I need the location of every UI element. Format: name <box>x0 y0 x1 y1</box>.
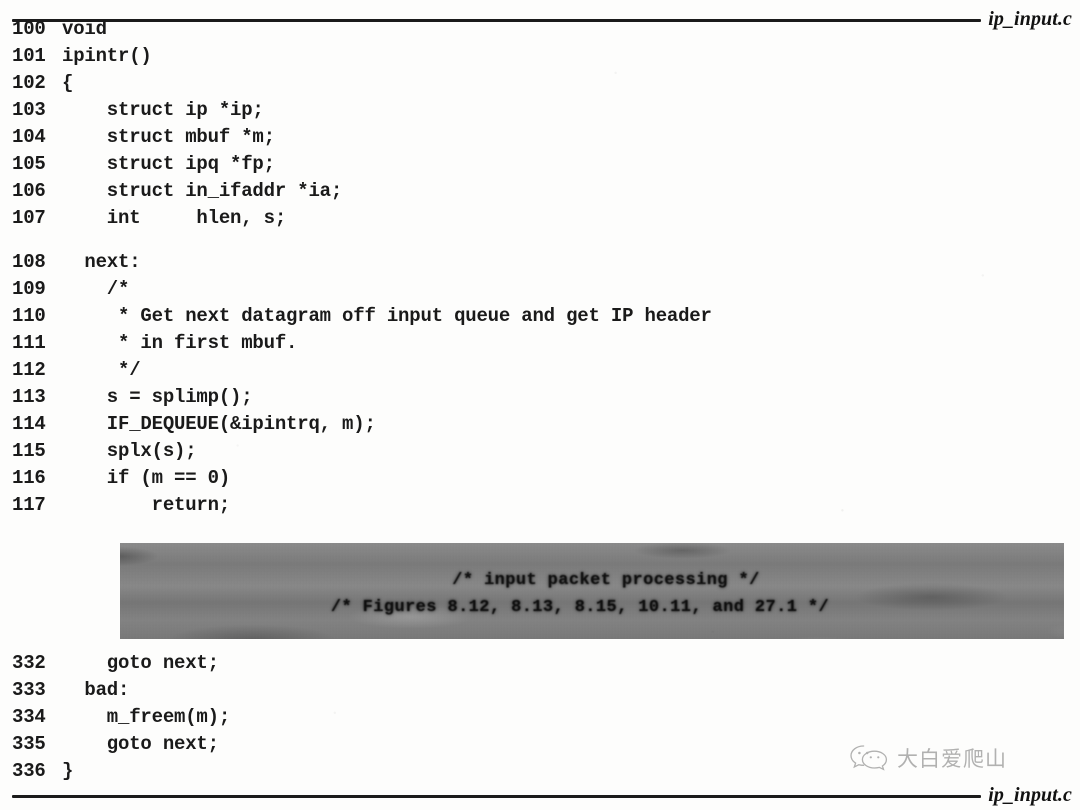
line-number: 113 <box>12 386 46 408</box>
line-source: struct ipq *fp; <box>62 153 275 175</box>
elided-code-block: /* input packet processing */ /* Figures… <box>120 543 1064 639</box>
scanned-page: ip_input.c 100 void 101 ipintr() 102 { 1… <box>0 0 1080 810</box>
code-line: 333 bad: <box>0 679 1080 706</box>
line-source: struct in_ifaddr *ia; <box>62 180 343 202</box>
line-number: 101 <box>12 45 46 67</box>
line-source: { <box>62 72 74 94</box>
line-source: m_freem(m); <box>62 706 231 728</box>
code-line: 106 struct in_ifaddr *ia; <box>0 180 1080 207</box>
elided-comment-line-1: /* input packet processing */ <box>452 571 760 590</box>
line-source: s = splimp(); <box>62 386 253 408</box>
line-source: return; <box>62 494 231 516</box>
code-line: 105 struct ipq *fp; <box>0 153 1080 180</box>
line-number: 105 <box>12 153 46 175</box>
code-line: 117 return; <box>0 494 1080 521</box>
line-source: /* <box>62 278 130 300</box>
line-source: * in first mbuf. <box>62 332 298 354</box>
code-line: 332 goto next; <box>0 652 1080 679</box>
line-source: int hlen, s; <box>62 207 287 229</box>
line-number: 104 <box>12 126 46 148</box>
code-line: 101 ipintr() <box>0 45 1080 72</box>
code-line: 102 { <box>0 72 1080 99</box>
line-number: 334 <box>12 706 46 728</box>
code-listing: 100 void 101 ipintr() 102 { 103 struct i… <box>0 18 1080 521</box>
code-line: 108 next: <box>0 251 1080 278</box>
line-source: IF_DEQUEUE(&ipintrq, m); <box>62 413 376 435</box>
line-source: * Get next datagram off input queue and … <box>62 305 712 327</box>
line-source: */ <box>62 359 141 381</box>
code-line: 334 m_freem(m); <box>0 706 1080 733</box>
line-source: void <box>62 18 107 40</box>
line-source: bad: <box>62 679 130 701</box>
line-number: 100 <box>12 18 46 40</box>
code-line: 113 s = splimp(); <box>0 386 1080 413</box>
line-number: 103 <box>12 99 46 121</box>
line-number: 117 <box>12 494 46 516</box>
line-number: 102 <box>12 72 46 94</box>
code-line: 100 void <box>0 18 1080 45</box>
code-line: 115 splx(s); <box>0 440 1080 467</box>
code-line: 116 if (m == 0) <box>0 467 1080 494</box>
line-number: 112 <box>12 359 46 381</box>
footer-filename: ip_input.c <box>988 784 1072 806</box>
code-line: 336 } <box>0 760 1080 787</box>
line-source: struct mbuf *m; <box>62 126 275 148</box>
line-number: 333 <box>12 679 46 701</box>
code-line: 114 IF_DEQUEUE(&ipintrq, m); <box>0 413 1080 440</box>
line-source: next: <box>62 251 141 273</box>
line-number: 116 <box>12 467 46 489</box>
code-line: 104 struct mbuf *m; <box>0 126 1080 153</box>
line-source: goto next; <box>62 652 219 674</box>
code-line: 103 struct ip *ip; <box>0 99 1080 126</box>
line-number: 110 <box>12 305 46 327</box>
elided-comment-line-2: /* Figures 8.12, 8.13, 8.15, 10.11, and … <box>330 598 830 617</box>
line-number: 107 <box>12 207 46 229</box>
line-source: goto next; <box>62 733 219 755</box>
code-listing-tail: 332 goto next; 333 bad: 334 m_freem(m); … <box>0 652 1080 787</box>
line-number: 109 <box>12 278 46 300</box>
line-number: 332 <box>12 652 46 674</box>
line-number: 106 <box>12 180 46 202</box>
code-line: 111 * in first mbuf. <box>0 332 1080 359</box>
code-line: 112 */ <box>0 359 1080 386</box>
line-number: 115 <box>12 440 46 462</box>
footer-rule <box>12 794 982 798</box>
line-source: splx(s); <box>62 440 197 462</box>
line-source: struct ip *ip; <box>62 99 264 121</box>
line-number: 336 <box>12 760 46 782</box>
line-number: 114 <box>12 413 46 435</box>
line-number: 111 <box>12 332 46 354</box>
page-footer: ip_input.c <box>12 784 1072 806</box>
line-number: 108 <box>12 251 46 273</box>
code-line: 110 * Get next datagram off input queue … <box>0 305 1080 332</box>
line-source: } <box>62 760 74 782</box>
line-source: ipintr() <box>62 45 152 67</box>
line-number: 335 <box>12 733 46 755</box>
code-line: 335 goto next; <box>0 733 1080 760</box>
line-source: if (m == 0) <box>62 467 231 489</box>
code-line: 107 int hlen, s; <box>0 207 1080 234</box>
code-line: 109 /* <box>0 278 1080 305</box>
